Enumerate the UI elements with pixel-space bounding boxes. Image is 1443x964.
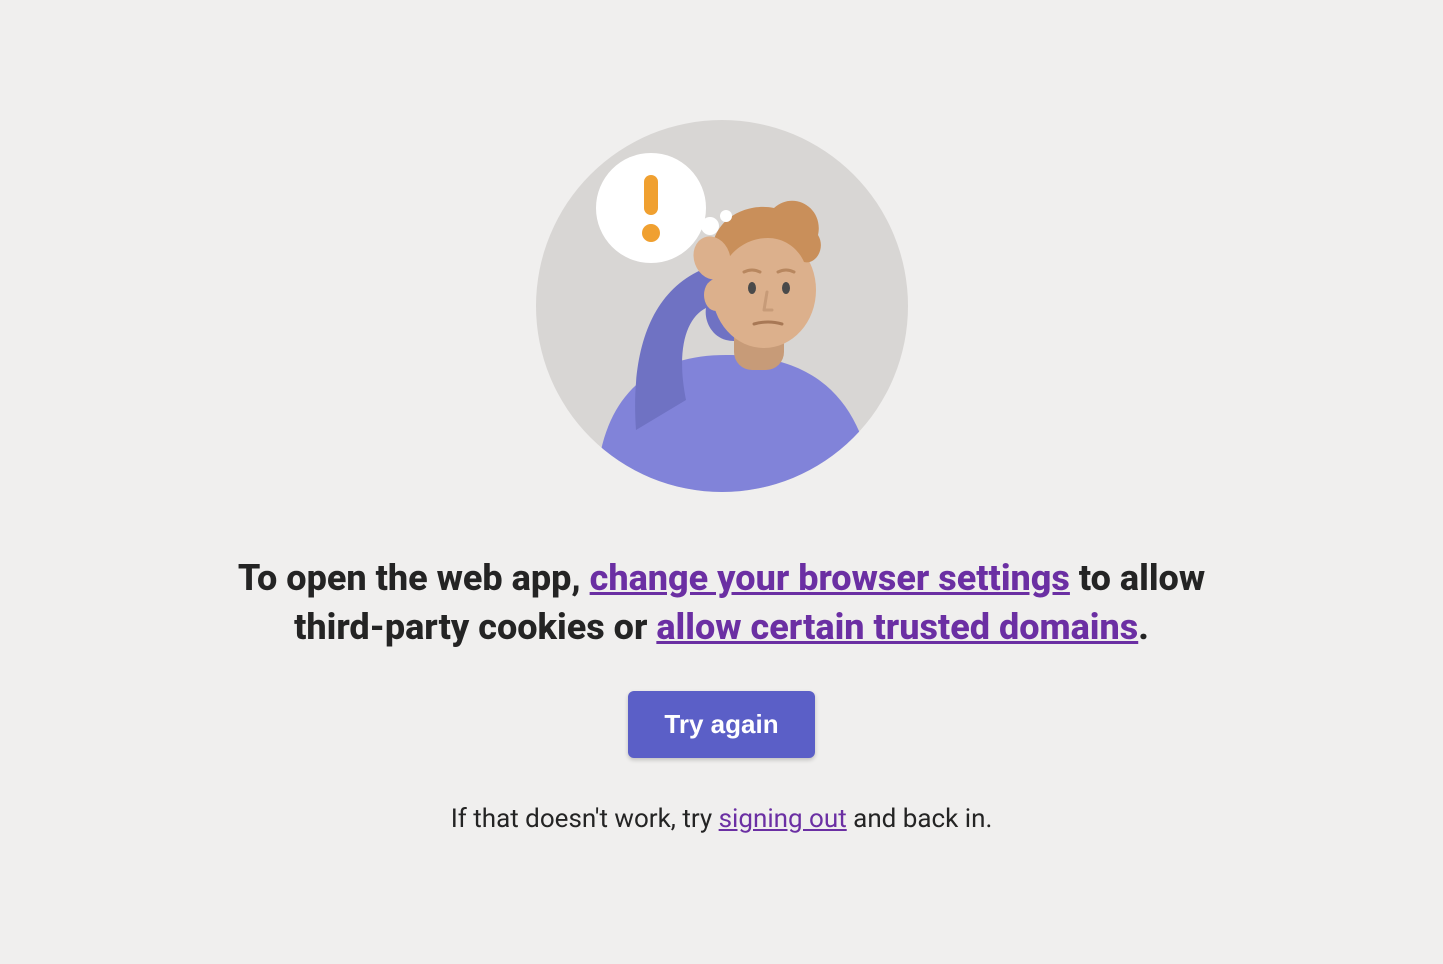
subtext-part2: and back in. — [847, 804, 993, 834]
confused-person-illustration — [536, 120, 908, 492]
subtext: If that doesn't work, try signing out an… — [451, 804, 993, 834]
subtext-part1: If that doesn't work, try — [451, 804, 719, 834]
allow-trusted-domains-link[interactable]: allow certain trusted domains — [656, 606, 1138, 648]
change-browser-settings-link[interactable]: change your browser settings — [590, 557, 1070, 599]
heading-text-3: . — [1138, 606, 1149, 648]
try-again-button[interactable]: Try again — [628, 691, 814, 758]
error-heading: To open the web app, change your browser… — [202, 554, 1242, 651]
heading-text-1: To open the web app, — [238, 557, 590, 599]
signing-out-link[interactable]: signing out — [719, 804, 847, 834]
